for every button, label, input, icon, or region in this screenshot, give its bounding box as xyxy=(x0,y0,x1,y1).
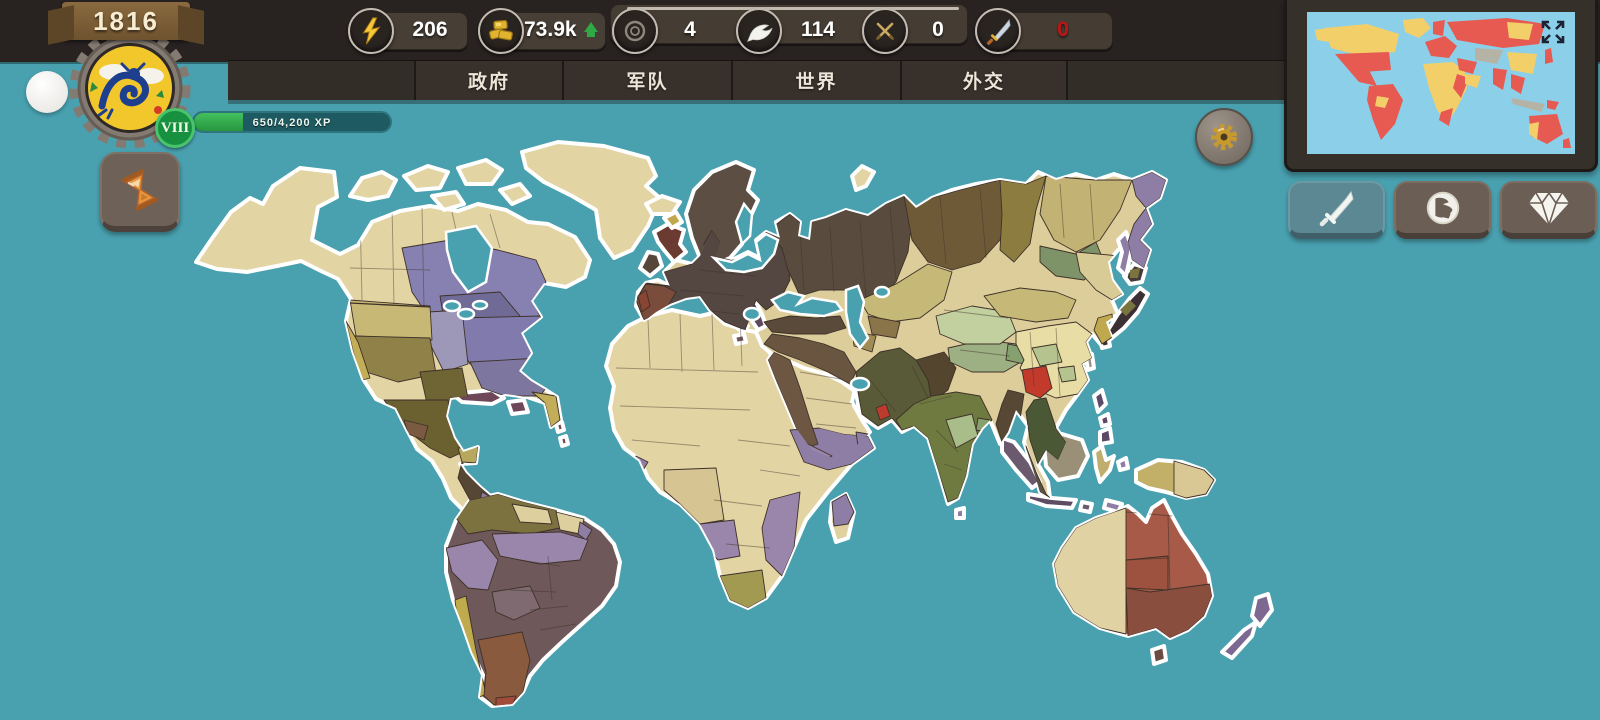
resource-wars[interactable]: 0 xyxy=(975,8,1115,54)
resource-energy-value: 206 xyxy=(412,18,448,41)
tab-spacer-right xyxy=(1068,61,1286,100)
resource-wars-value: 0 xyxy=(1057,18,1069,41)
xp-bar: 650/4,200 XP xyxy=(192,111,392,133)
resource-energy[interactable]: 206 xyxy=(348,8,470,54)
tab-world[interactable]: 世界 xyxy=(733,61,902,100)
resource-tokens-value: 4 xyxy=(684,18,696,41)
tab-world-label: 世界 xyxy=(795,72,838,93)
resource-doves[interactable]: 114 xyxy=(736,8,846,54)
globe-icon xyxy=(1426,191,1459,225)
hourglass-icon xyxy=(121,169,159,211)
diamond-icon xyxy=(1528,191,1569,226)
resource-gold[interactable]: 73.9k xyxy=(478,8,606,54)
tab-government-label: 政府 xyxy=(467,72,510,93)
settings-button[interactable] xyxy=(1195,108,1253,166)
tab-army-label: 军队 xyxy=(626,72,669,93)
main-menu-tab-bar: 政府 军队 世界 外交 xyxy=(228,60,1286,100)
premium-button[interactable] xyxy=(1500,181,1597,239)
expand-arrows-icon xyxy=(1541,20,1565,44)
war-button[interactable] xyxy=(1288,181,1385,239)
tab-diplomacy-label: 外交 xyxy=(962,72,1005,93)
tab-army[interactable]: 军队 xyxy=(564,61,733,100)
tab-government[interactable]: 政府 xyxy=(416,61,564,100)
gear-icon xyxy=(1211,124,1237,150)
hourglass-button[interactable] xyxy=(100,152,180,232)
minimap[interactable] xyxy=(1307,12,1575,154)
lightning-icon xyxy=(348,8,394,54)
xp-text: 650/4,200 XP xyxy=(252,117,332,129)
year-banner: 1816 xyxy=(62,2,190,40)
crossed-swords-icon xyxy=(862,8,908,54)
gold-coins-icon xyxy=(478,8,524,54)
tab-diplomacy[interactable]: 外交 xyxy=(902,61,1068,100)
gold-trend-up-icon xyxy=(584,22,598,37)
level-value: VIII xyxy=(160,119,190,136)
resource-tokens[interactable]: 4 xyxy=(612,8,722,54)
minimap-expand-button[interactable] xyxy=(1539,18,1567,46)
resource-battles-value: 0 xyxy=(932,18,944,41)
game-screen: { "player": { "year": "1816", "level": "… xyxy=(0,0,1600,720)
resource-gold-value: 73.9k xyxy=(524,18,577,41)
dove-icon xyxy=(736,8,782,54)
minimap-panel xyxy=(1284,0,1598,172)
minimap-world xyxy=(1315,18,1571,148)
resource-doves-value: 114 xyxy=(801,18,835,41)
level-badge: VIII xyxy=(155,108,195,148)
notification-dot[interactable] xyxy=(26,71,68,113)
year-value: 1816 xyxy=(93,5,159,36)
ring-coin-icon xyxy=(612,8,658,54)
sword-icon xyxy=(975,8,1021,54)
world-button[interactable] xyxy=(1394,181,1491,239)
tab-spacer-left xyxy=(228,61,416,100)
sword-icon xyxy=(1319,190,1354,227)
resource-battles[interactable]: 0 xyxy=(862,8,962,54)
